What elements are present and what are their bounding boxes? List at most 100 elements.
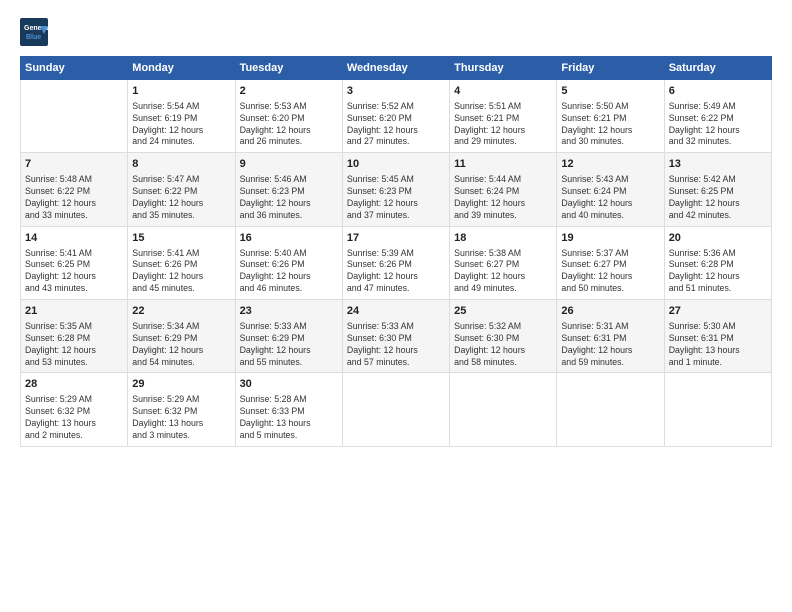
day-info: Sunrise: 5:29 AM Sunset: 6:32 PM Dayligh… xyxy=(132,394,230,442)
calendar-cell: 22Sunrise: 5:34 AM Sunset: 6:29 PM Dayli… xyxy=(128,300,235,373)
day-number: 25 xyxy=(454,304,552,319)
day-info: Sunrise: 5:30 AM Sunset: 6:31 PM Dayligh… xyxy=(669,321,767,369)
day-number: 6 xyxy=(669,84,767,99)
day-number: 30 xyxy=(240,377,338,392)
day-info: Sunrise: 5:52 AM Sunset: 6:20 PM Dayligh… xyxy=(347,101,445,149)
day-number: 4 xyxy=(454,84,552,99)
calendar-cell xyxy=(21,80,128,153)
day-number: 11 xyxy=(454,157,552,172)
calendar-cell: 19 Sunrise: 5:37 AM Sunset: 6:27 PM Dayli… xyxy=(557,226,664,299)
day-info: Sunrise: 5:43 AM Sunset: 6:24 PM Dayligh… xyxy=(561,174,659,222)
day-info: Sunrise: 5:35 AM Sunset: 6:28 PM Dayligh… xyxy=(25,321,123,369)
header-cell-friday: Friday xyxy=(557,57,664,80)
day-info: Sunrise: 5:39 AM Sunset: 6:26 PM Dayligh… xyxy=(347,248,445,296)
calendar-cell: 26 Sunrise: 5:31 AM Sunset: 6:31 PM Dayli… xyxy=(557,300,664,373)
day-info: Sunrise: 5:48 AM Sunset: 6:22 PM Dayligh… xyxy=(25,174,123,222)
calendar-cell: 16 Sunrise: 5:40 AM Sunset: 6:26 PM Dayli… xyxy=(235,226,342,299)
day-info: Sunrise: 5:32 AM Sunset: 6:30 PM Dayligh… xyxy=(454,321,552,369)
day-number: 13 xyxy=(669,157,767,172)
calendar-cell: 30 Sunrise: 5:28 AM Sunset: 6:33 PM Dayli… xyxy=(235,373,342,446)
calendar-cell: 17Sunrise: 5:39 AM Sunset: 6:26 PM Dayli… xyxy=(342,226,449,299)
day-number: 16 xyxy=(240,231,338,246)
day-info: Sunrise: 5:45 AM Sunset: 6:23 PM Dayligh… xyxy=(347,174,445,222)
header-cell-tuesday: Tuesday xyxy=(235,57,342,80)
day-info: Sunrise: 5:46 AM Sunset: 6:23 PM Dayligh… xyxy=(240,174,338,222)
day-number: 15 xyxy=(132,231,230,246)
week-row-3: 14 Sunrise: 5:41 AM Sunset: 6:25 PM Dayli… xyxy=(21,226,772,299)
week-row-1: 1 Sunrise: 5:54 AM Sunset: 6:19 PM Daylig… xyxy=(21,80,772,153)
calendar-cell: 29 Sunrise: 5:29 AM Sunset: 6:32 PM Dayli… xyxy=(128,373,235,446)
svg-text:Blue: Blue xyxy=(26,34,41,41)
day-info: Sunrise: 5:54 AM Sunset: 6:19 PM Dayligh… xyxy=(132,101,230,149)
day-number: 20 xyxy=(669,231,767,246)
calendar-cell: 8 Sunrise: 5:47 AM Sunset: 6:22 PM Daylig… xyxy=(128,153,235,226)
day-number: 29 xyxy=(132,377,230,392)
day-number: 28 xyxy=(25,377,123,392)
calendar-cell: 11 Sunrise: 5:44 AM Sunset: 6:24 PM Dayli… xyxy=(450,153,557,226)
day-number: 3 xyxy=(347,84,445,99)
calendar-cell: 12Sunrise: 5:43 AM Sunset: 6:24 PM Dayli… xyxy=(557,153,664,226)
day-number: 18 xyxy=(454,231,552,246)
header: General Blue xyxy=(20,18,772,46)
calendar-cell: 18 Sunrise: 5:38 AM Sunset: 6:27 PM Dayli… xyxy=(450,226,557,299)
header-cell-wednesday: Wednesday xyxy=(342,57,449,80)
calendar-cell: 4Sunrise: 5:51 AM Sunset: 6:21 PM Daylig… xyxy=(450,80,557,153)
day-info: Sunrise: 5:33 AM Sunset: 6:29 PM Dayligh… xyxy=(240,321,338,369)
calendar-cell: 15 Sunrise: 5:41 AM Sunset: 6:26 PM Dayli… xyxy=(128,226,235,299)
day-number: 22 xyxy=(132,304,230,319)
day-number: 19 xyxy=(561,231,659,246)
logo-icon: General Blue xyxy=(20,18,48,46)
day-info: Sunrise: 5:40 AM Sunset: 6:26 PM Dayligh… xyxy=(240,248,338,296)
calendar-cell: 20 Sunrise: 5:36 AM Sunset: 6:28 PM Dayli… xyxy=(664,226,771,299)
calendar-cell: 3 Sunrise: 5:52 AM Sunset: 6:20 PM Daylig… xyxy=(342,80,449,153)
header-row: SundayMondayTuesdayWednesdayThursdayFrid… xyxy=(21,57,772,80)
week-row-5: 28 Sunrise: 5:29 AM Sunset: 6:32 PM Dayli… xyxy=(21,373,772,446)
day-info: Sunrise: 5:41 AM Sunset: 6:26 PM Dayligh… xyxy=(132,248,230,296)
day-info: Sunrise: 5:44 AM Sunset: 6:24 PM Dayligh… xyxy=(454,174,552,222)
day-number: 23 xyxy=(240,304,338,319)
day-info: Sunrise: 5:49 AM Sunset: 6:22 PM Dayligh… xyxy=(669,101,767,149)
day-number: 10 xyxy=(347,157,445,172)
day-info: Sunrise: 5:42 AM Sunset: 6:25 PM Dayligh… xyxy=(669,174,767,222)
calendar-cell: 10 Sunrise: 5:45 AM Sunset: 6:23 PM Dayli… xyxy=(342,153,449,226)
calendar-cell xyxy=(557,373,664,446)
header-cell-sunday: Sunday xyxy=(21,57,128,80)
header-cell-saturday: Saturday xyxy=(664,57,771,80)
calendar-cell: 13 Sunrise: 5:42 AM Sunset: 6:25 PM Dayli… xyxy=(664,153,771,226)
calendar-cell: 6 Sunrise: 5:49 AM Sunset: 6:22 PM Daylig… xyxy=(664,80,771,153)
day-info: Sunrise: 5:36 AM Sunset: 6:28 PM Dayligh… xyxy=(669,248,767,296)
logo: General Blue xyxy=(20,18,52,46)
day-number: 26 xyxy=(561,304,659,319)
calendar-cell: 28 Sunrise: 5:29 AM Sunset: 6:32 PM Dayli… xyxy=(21,373,128,446)
day-number: 7 xyxy=(25,157,123,172)
day-info: Sunrise: 5:38 AM Sunset: 6:27 PM Dayligh… xyxy=(454,248,552,296)
day-info: Sunrise: 5:37 AM Sunset: 6:27 PM Dayligh… xyxy=(561,248,659,296)
week-row-2: 7 Sunrise: 5:48 AM Sunset: 6:22 PM Daylig… xyxy=(21,153,772,226)
calendar-cell: 7 Sunrise: 5:48 AM Sunset: 6:22 PM Daylig… xyxy=(21,153,128,226)
calendar-cell: 5Sunrise: 5:50 AM Sunset: 6:21 PM Daylig… xyxy=(557,80,664,153)
header-cell-monday: Monday xyxy=(128,57,235,80)
day-number: 21 xyxy=(25,304,123,319)
calendar-cell: 24 Sunrise: 5:33 AM Sunset: 6:30 PM Dayli… xyxy=(342,300,449,373)
calendar-cell: 23 Sunrise: 5:33 AM Sunset: 6:29 PM Dayli… xyxy=(235,300,342,373)
day-info: Sunrise: 5:53 AM Sunset: 6:20 PM Dayligh… xyxy=(240,101,338,149)
day-info: Sunrise: 5:28 AM Sunset: 6:33 PM Dayligh… xyxy=(240,394,338,442)
calendar-cell: 1 Sunrise: 5:54 AM Sunset: 6:19 PM Daylig… xyxy=(128,80,235,153)
day-info: Sunrise: 5:41 AM Sunset: 6:25 PM Dayligh… xyxy=(25,248,123,296)
calendar-cell: 14 Sunrise: 5:41 AM Sunset: 6:25 PM Dayli… xyxy=(21,226,128,299)
calendar-cell xyxy=(664,373,771,446)
day-number: 8 xyxy=(132,157,230,172)
calendar-cell: 27Sunrise: 5:30 AM Sunset: 6:31 PM Dayli… xyxy=(664,300,771,373)
calendar-table: SundayMondayTuesdayWednesdayThursdayFrid… xyxy=(20,56,772,447)
day-number: 2 xyxy=(240,84,338,99)
day-info: Sunrise: 5:29 AM Sunset: 6:32 PM Dayligh… xyxy=(25,394,123,442)
day-info: Sunrise: 5:31 AM Sunset: 6:31 PM Dayligh… xyxy=(561,321,659,369)
calendar-cell: 25 Sunrise: 5:32 AM Sunset: 6:30 PM Dayli… xyxy=(450,300,557,373)
day-info: Sunrise: 5:33 AM Sunset: 6:30 PM Dayligh… xyxy=(347,321,445,369)
day-number: 24 xyxy=(347,304,445,319)
calendar-cell: 21 Sunrise: 5:35 AM Sunset: 6:28 PM Dayli… xyxy=(21,300,128,373)
page: General Blue SundayMondayTuesdayWednesda… xyxy=(0,0,792,457)
day-info: Sunrise: 5:47 AM Sunset: 6:22 PM Dayligh… xyxy=(132,174,230,222)
day-number: 14 xyxy=(25,231,123,246)
day-number: 1 xyxy=(132,84,230,99)
